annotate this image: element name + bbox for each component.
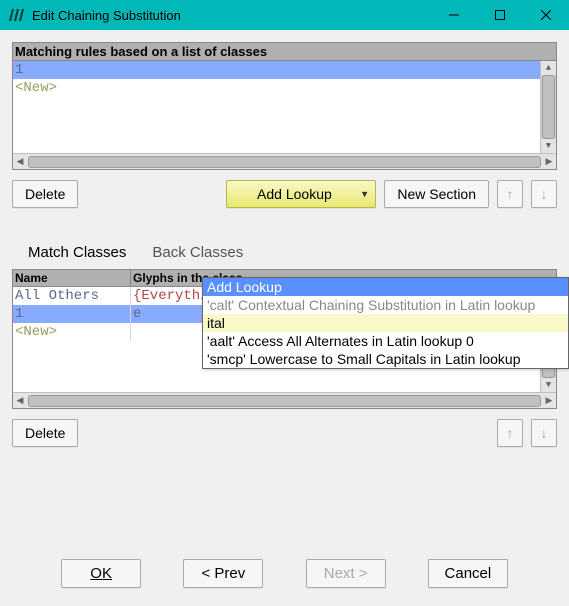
menu-item[interactable]: 'calt' Contextual Chaining Substitution … bbox=[203, 296, 568, 314]
grid-col-name[interactable]: Name bbox=[13, 270, 131, 286]
rules-list[interactable]: 1 <New> ▲ ▼ bbox=[13, 61, 556, 153]
add-lookup-dropdown-button[interactable]: Add Lookup ▾ bbox=[226, 180, 376, 208]
horizontal-scrollbar[interactable]: ◀ ▶ bbox=[13, 392, 556, 408]
rules-panel-header: Matching rules based on a list of classe… bbox=[13, 43, 556, 61]
add-lookup-label: Add Lookup bbox=[257, 186, 332, 202]
delete-class-button[interactable]: Delete bbox=[12, 419, 78, 447]
add-lookup-menu[interactable]: Add Lookup 'calt' Contextual Chaining Su… bbox=[202, 277, 569, 369]
chevron-down-icon: ▾ bbox=[362, 188, 368, 201]
cancel-button[interactable]: Cancel bbox=[428, 559, 508, 588]
tab-match-classes[interactable]: Match Classes bbox=[22, 242, 132, 263]
maximize-button[interactable] bbox=[477, 0, 523, 30]
rules-row[interactable]: 1 bbox=[13, 61, 556, 79]
app-icon bbox=[8, 7, 24, 23]
grid-cell-name[interactable]: <New> bbox=[13, 323, 131, 341]
rules-row-new[interactable]: <New> bbox=[13, 79, 556, 97]
scroll-left-icon[interactable]: ◀ bbox=[13, 156, 27, 167]
scroll-down-icon[interactable]: ▼ bbox=[541, 139, 556, 153]
vertical-scrollbar[interactable]: ▲ ▼ bbox=[540, 61, 556, 153]
delete-button[interactable]: Delete bbox=[12, 180, 78, 208]
move-up-button[interactable]: ↑ bbox=[497, 180, 523, 208]
window-title: Edit Chaining Substitution bbox=[32, 8, 181, 23]
tab-back-classes[interactable]: Back Classes bbox=[146, 242, 249, 263]
minimize-button[interactable] bbox=[431, 0, 477, 30]
scroll-thumb-h[interactable] bbox=[28, 156, 541, 168]
scroll-thumb[interactable] bbox=[542, 75, 555, 139]
rules-panel: Matching rules based on a list of classe… bbox=[12, 42, 557, 170]
close-button[interactable] bbox=[523, 0, 569, 30]
scroll-down-icon[interactable]: ▼ bbox=[541, 378, 556, 392]
scroll-right-icon[interactable]: ▶ bbox=[542, 395, 556, 406]
next-button[interactable]: Next > bbox=[306, 559, 386, 588]
move-down-button[interactable]: ↓ bbox=[531, 180, 557, 208]
horizontal-scrollbar[interactable]: ◀ ▶ bbox=[13, 153, 556, 169]
menu-item[interactable]: 'aalt' Access All Alternates in Latin lo… bbox=[203, 332, 568, 350]
ok-button[interactable]: OK bbox=[61, 559, 141, 588]
new-section-button[interactable]: New Section bbox=[384, 180, 489, 208]
scroll-left-icon[interactable]: ◀ bbox=[13, 395, 27, 406]
menu-item[interactable]: Add Lookup bbox=[203, 278, 568, 296]
grid-cell-name[interactable]: All Others bbox=[13, 287, 131, 305]
class-tabs: Match Classes Back Classes Ahead Classes bbox=[12, 238, 557, 269]
move-down-button[interactable]: ↓ bbox=[531, 419, 557, 447]
grid-cell-name[interactable]: 1 bbox=[13, 305, 131, 323]
scroll-thumb-h[interactable] bbox=[28, 395, 541, 407]
title-bar: Edit Chaining Substitution bbox=[0, 0, 569, 30]
move-up-button[interactable]: ↑ bbox=[497, 419, 523, 447]
prev-button[interactable]: < Prev bbox=[183, 559, 263, 588]
menu-item[interactable]: 'smcp' Lowercase to Small Capitals in La… bbox=[203, 350, 568, 368]
menu-item[interactable]: ital bbox=[203, 314, 568, 332]
scroll-right-icon[interactable]: ▶ bbox=[542, 156, 556, 167]
scroll-up-icon[interactable]: ▲ bbox=[541, 61, 556, 75]
